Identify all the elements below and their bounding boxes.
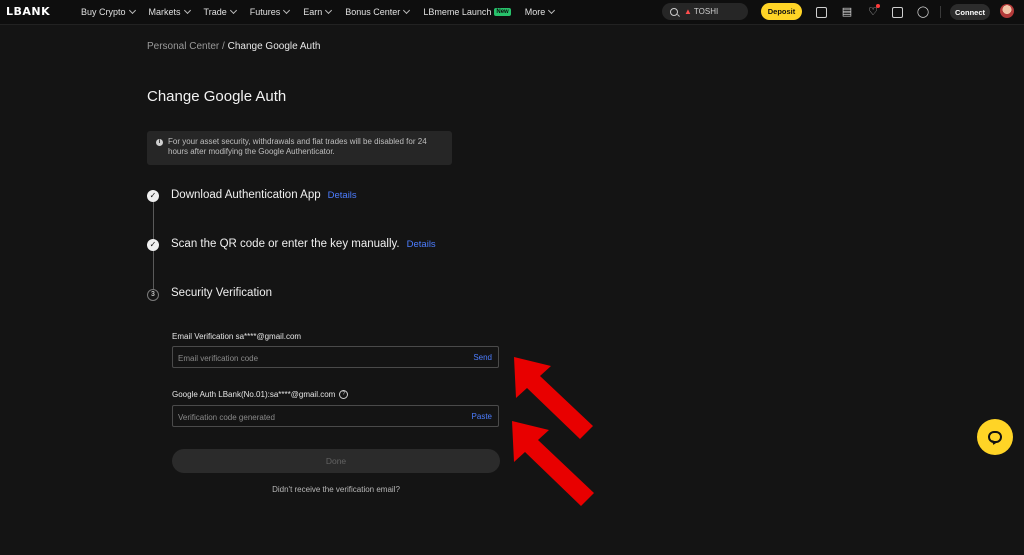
support-chat-button[interactable] <box>977 419 1013 455</box>
annotation-arrows <box>512 357 594 506</box>
chat-icon <box>988 431 1002 443</box>
